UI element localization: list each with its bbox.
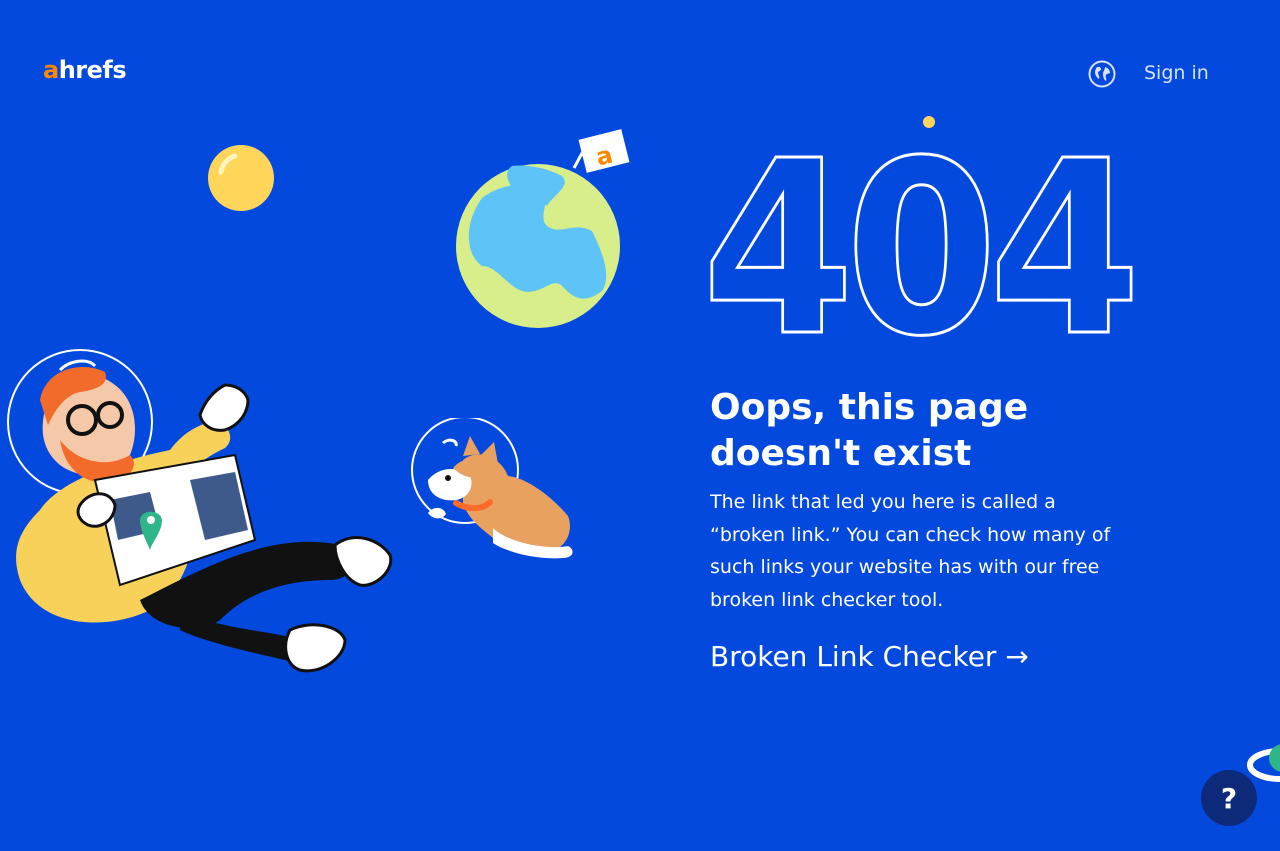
language-button[interactable] bbox=[1088, 60, 1116, 88]
help-button[interactable]: ? bbox=[1201, 770, 1257, 826]
description-text: The link that led you here is called a “… bbox=[710, 491, 1111, 611]
ahrefs-logo[interactable]: ahrefs bbox=[43, 56, 127, 84]
title-line-1: Oops, this page bbox=[710, 387, 1029, 428]
page-title: Oops, this page doesn't exist bbox=[710, 385, 1150, 477]
broken-link-checker-link[interactable]: Broken Link Checker → bbox=[710, 640, 1029, 673]
logo-text: hrefs bbox=[58, 56, 127, 84]
astronaut-illustration bbox=[7, 349, 393, 673]
earth-illustration: a bbox=[456, 129, 630, 328]
sign-in-link[interactable]: Sign in bbox=[1144, 62, 1209, 84]
globe-icon bbox=[1088, 60, 1116, 88]
error-code-graphic: 404 bbox=[702, 112, 1142, 342]
logo-accent: a bbox=[43, 56, 59, 84]
title-line-2: doesn't exist bbox=[710, 433, 972, 474]
error-code-text: 404 bbox=[702, 112, 1132, 342]
moon-illustration bbox=[208, 145, 274, 211]
question-icon: ? bbox=[1220, 781, 1238, 815]
dog-astronaut-illustration bbox=[411, 418, 573, 559]
